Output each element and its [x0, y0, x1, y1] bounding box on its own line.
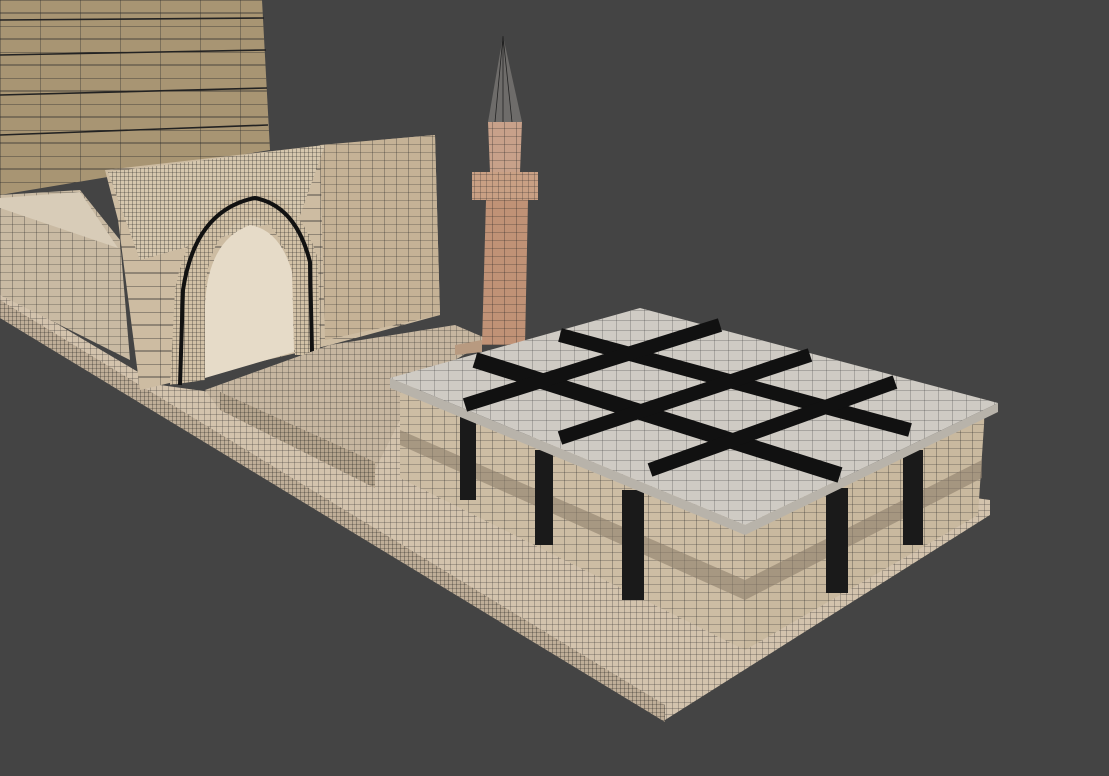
window-left-3	[622, 490, 644, 600]
minaret[interactable]	[455, 35, 538, 355]
window-left-1	[460, 415, 476, 500]
window-left-2	[535, 450, 553, 545]
3d-viewport[interactable]	[0, 0, 1109, 776]
window-right-1	[826, 488, 848, 593]
window-right-2	[903, 450, 923, 545]
scene-canvas[interactable]	[0, 0, 1109, 776]
